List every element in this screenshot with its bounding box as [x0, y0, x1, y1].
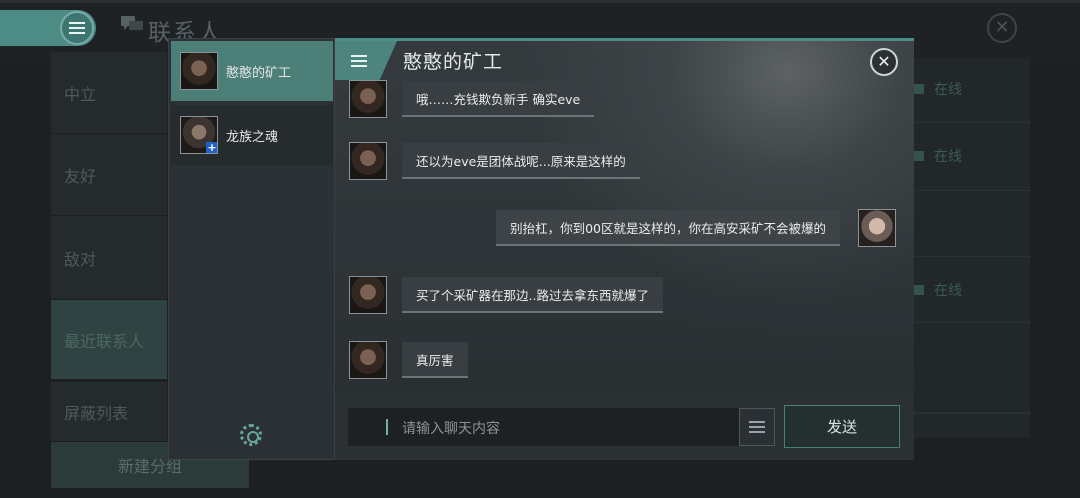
- message-bubble: 真厉害: [402, 342, 468, 378]
- message-bubble: 别抬杠，你到00区就是这样的，你在高安采矿不会被爆的: [496, 210, 840, 246]
- avatar[interactable]: [349, 142, 387, 180]
- online-status: 在线: [914, 280, 962, 300]
- chat-title: 憨憨的矿工: [403, 51, 504, 73]
- chat-input[interactable]: 请输入聊天内容: [348, 408, 739, 446]
- menu-icon: [60, 11, 94, 45]
- contacts-close-icon[interactable]: ✕: [987, 13, 1017, 43]
- online-indicator-icon: [914, 151, 924, 161]
- avatar: +: [180, 116, 218, 154]
- category-neutral[interactable]: 中立: [51, 52, 167, 134]
- row-divider: [914, 322, 1030, 323]
- avatar[interactable]: [349, 80, 387, 118]
- conversation-list: 憨憨的矿工 + 龙族之魂: [168, 38, 335, 460]
- online-indicator-icon: [914, 285, 924, 295]
- message-row: 还以为eve是团体战呢...原来是这样的: [349, 142, 640, 180]
- message-row: 真厉害: [349, 341, 468, 379]
- message-row: 哦……充钱欺负新手 确实eve: [349, 80, 595, 118]
- message-row-self: 别抬杠，你到00区就是这样的，你在高安采矿不会被爆的: [496, 209, 896, 247]
- conversation-item-miner[interactable]: 憨憨的矿工: [171, 41, 333, 101]
- add-friend-icon: +: [206, 141, 217, 154]
- online-status: 在线: [914, 79, 962, 99]
- main-menu-button[interactable]: [0, 10, 96, 46]
- category-recent-contacts[interactable]: 最近联系人: [51, 300, 167, 380]
- header-accent-line: [335, 38, 914, 41]
- category-hostile[interactable]: 敌对: [51, 216, 167, 300]
- list-icon: [749, 421, 765, 433]
- category-friendly[interactable]: 友好: [51, 134, 167, 216]
- message-row: 买了个采矿器在那边..路过去拿东西就爆了: [349, 276, 663, 314]
- chat-bubbles-icon: [121, 16, 143, 30]
- conversation-name: 憨憨的矿工: [226, 65, 292, 81]
- category-blocked-list[interactable]: 屏蔽列表: [51, 382, 167, 442]
- chat-input-placeholder: 请输入聊天内容: [402, 421, 500, 437]
- avatar[interactable]: [858, 209, 896, 247]
- message-bubble: 哦……充钱欺负新手 确实eve: [402, 81, 595, 117]
- avatar: [180, 52, 218, 90]
- chat-menu-button[interactable]: [335, 41, 397, 80]
- contacts-status-column: [914, 58, 1030, 438]
- gear-icon[interactable]: [240, 424, 262, 446]
- message-bubble: 买了个采矿器在那边..路过去拿东西就爆了: [402, 277, 663, 313]
- list-bottom-divider: [914, 412, 1030, 414]
- row-divider: [914, 190, 1030, 191]
- online-status: 在线: [914, 146, 962, 166]
- conversation-name: 龙族之魂: [226, 129, 279, 145]
- top-divider: [0, 0, 1080, 3]
- text-caret: [386, 419, 388, 435]
- online-indicator-icon: [914, 84, 924, 94]
- menu-icon: [350, 54, 367, 67]
- close-icon[interactable]: ✕: [870, 48, 898, 76]
- conversation-item-dragon-soul[interactable]: + 龙族之魂: [171, 105, 333, 165]
- avatar[interactable]: [349, 276, 387, 314]
- chat-window: 憨憨的矿工 ✕ 哦……充钱欺负新手 确实eve 还以为eve是团体战呢...原来…: [335, 38, 914, 460]
- row-divider: [914, 122, 1030, 123]
- quick-phrase-button[interactable]: [739, 408, 775, 446]
- message-bubble: 还以为eve是团体战呢...原来是这样的: [402, 143, 640, 179]
- avatar[interactable]: [349, 341, 387, 379]
- row-divider: [914, 256, 1030, 257]
- chat-input-bar: 请输入聊天内容 发送: [335, 394, 914, 460]
- send-button[interactable]: 发送: [784, 405, 900, 448]
